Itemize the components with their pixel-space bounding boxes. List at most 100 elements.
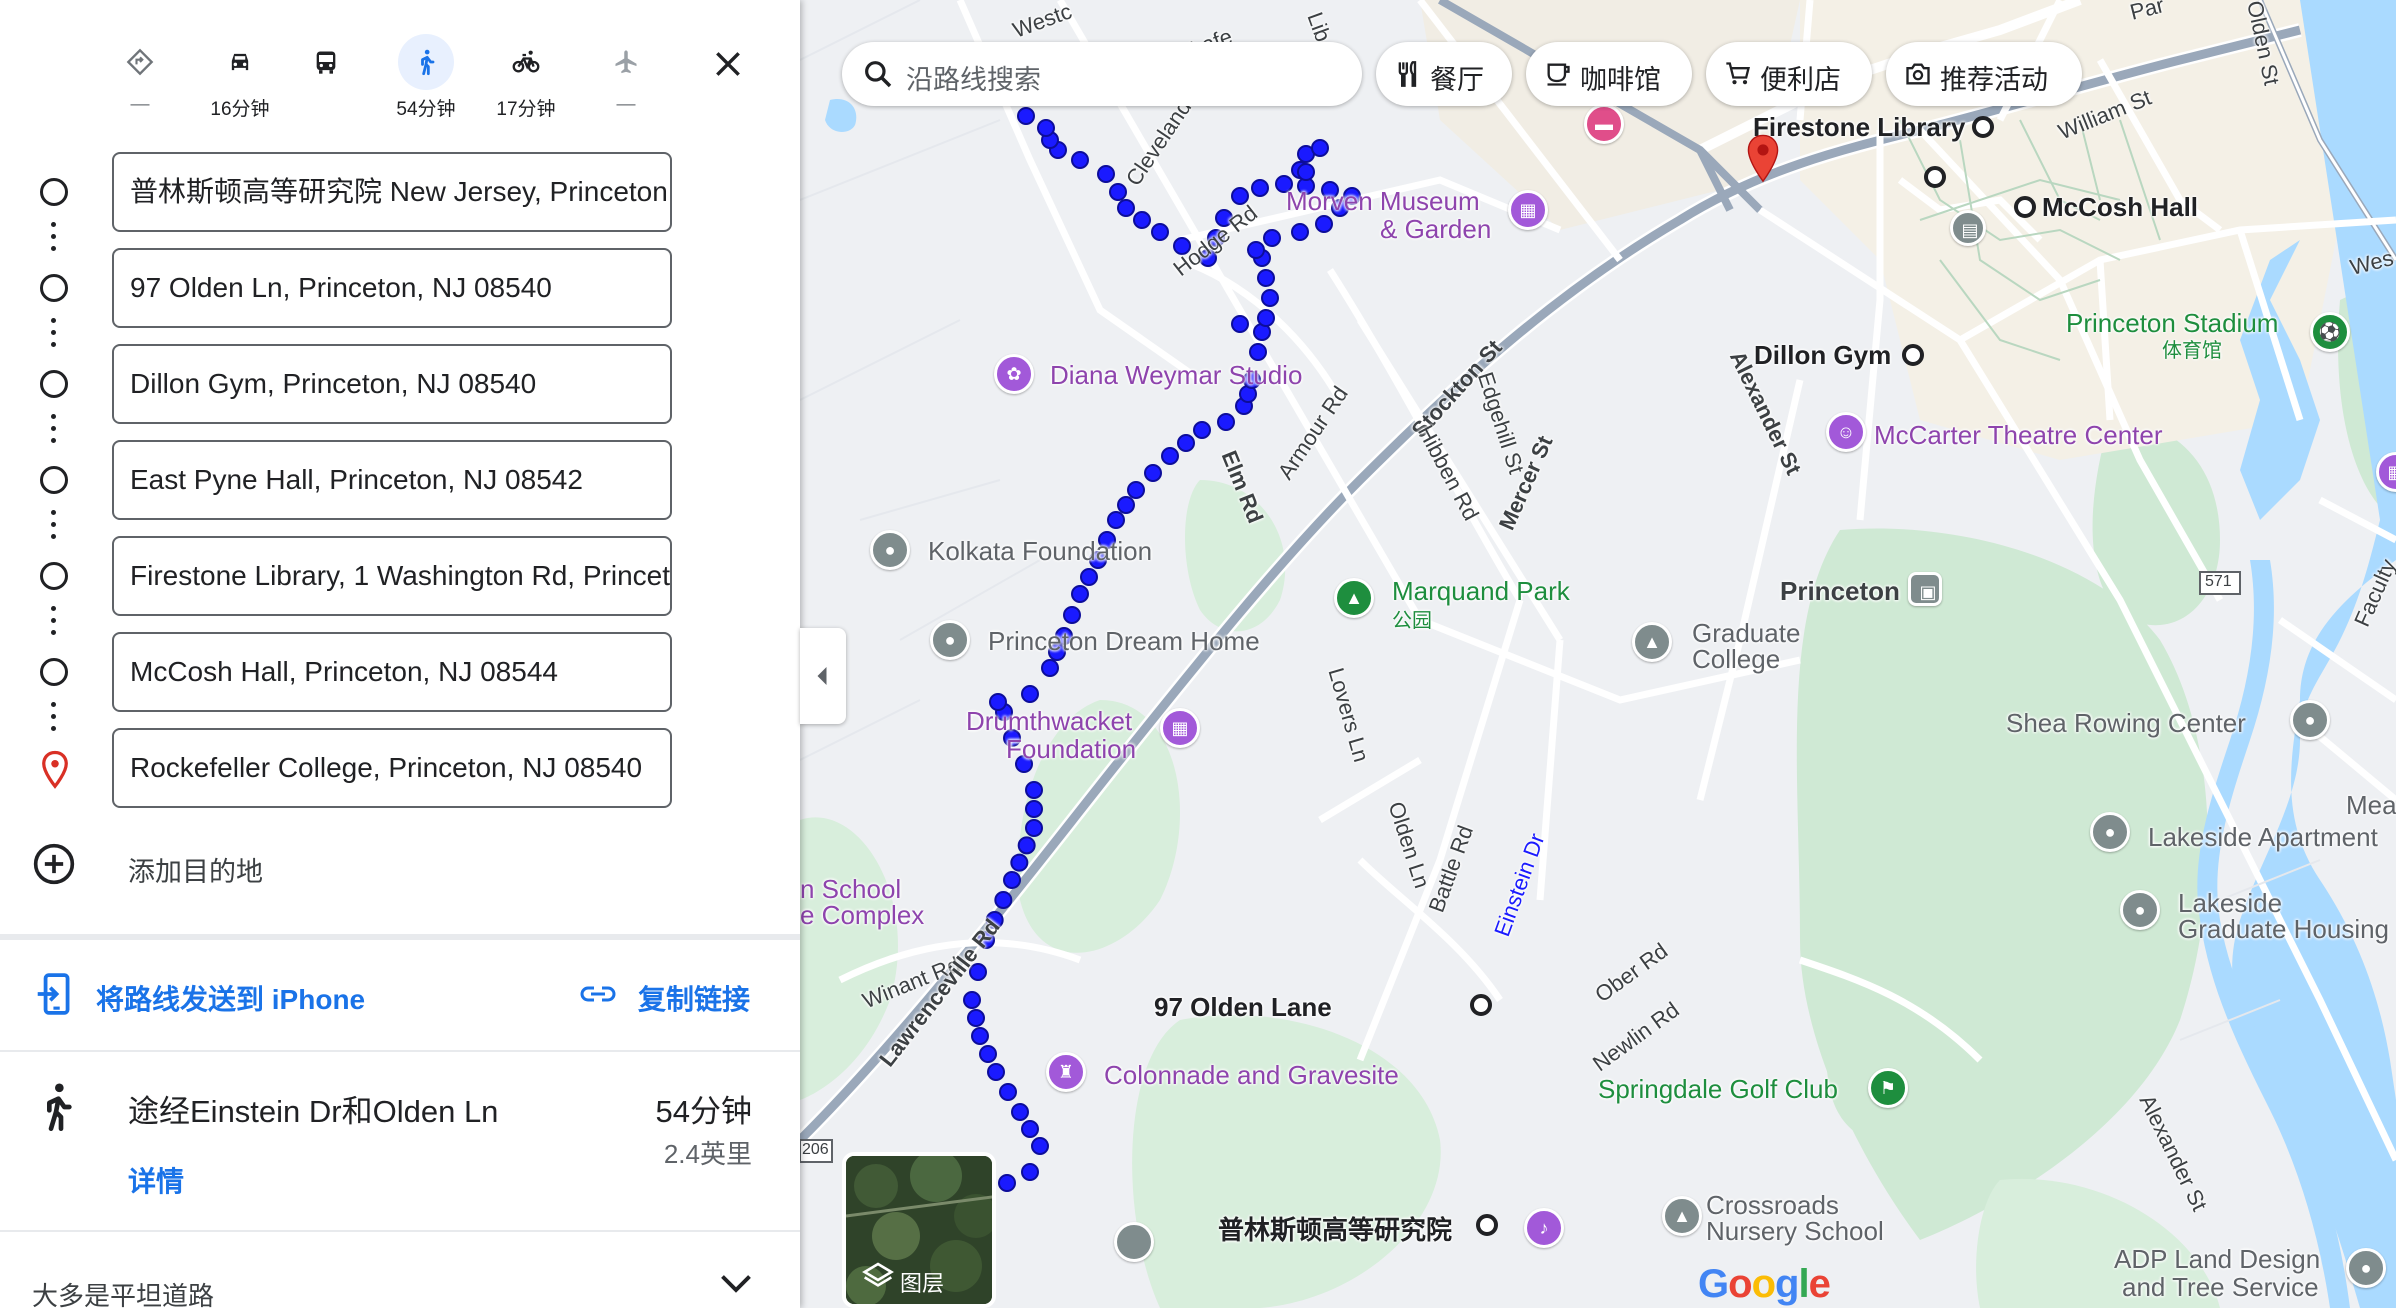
music-icon[interactable]: ♪ bbox=[1524, 1208, 1564, 1248]
waypoint-input-6[interactable]: McCosh Hall, Princeton, NJ 08544 bbox=[112, 632, 672, 712]
mode-cycling[interactable]: 17分钟 bbox=[486, 28, 566, 128]
waypoint-input-5[interactable]: Firestone Library, 1 Washington Rd, Prin… bbox=[112, 536, 672, 616]
route-dot bbox=[1193, 421, 1211, 439]
waypoint-label-dillon[interactable]: Dillon Gym bbox=[1754, 340, 1891, 371]
route-dot bbox=[998, 1174, 1016, 1192]
poi-label-dream-home[interactable]: Princeton Dream Home bbox=[988, 626, 1260, 657]
coffee-icon bbox=[1547, 63, 1570, 86]
route-details-link[interactable]: 详情 bbox=[128, 1160, 184, 1200]
place-icon[interactable]: ● bbox=[2346, 1248, 2386, 1288]
destination-pin-icon[interactable] bbox=[1746, 134, 1780, 184]
place-icon[interactable]: ● bbox=[930, 620, 970, 660]
poi-label-college[interactable]: College bbox=[1692, 644, 1780, 675]
chevron-down-icon[interactable] bbox=[718, 1272, 754, 1296]
layers-button[interactable]: 图层 bbox=[842, 1152, 996, 1308]
art-studio-icon[interactable]: ✿ bbox=[994, 354, 1034, 394]
route-dot bbox=[967, 1009, 985, 1027]
waypoint-label-mccosh[interactable]: McCosh Hall bbox=[2042, 192, 2198, 223]
chip-convenience[interactable]: 便利店 bbox=[1706, 42, 1872, 106]
hotel-icon[interactable]: ▬ bbox=[1584, 104, 1624, 144]
close-directions-button[interactable] bbox=[700, 36, 756, 92]
poi-label-drumthwacket[interactable]: Drumthwacket bbox=[966, 706, 1132, 737]
collapse-panel-button[interactable] bbox=[800, 628, 846, 724]
waypoint-marker-icon[interactable] bbox=[1476, 1214, 1498, 1236]
map-canvas[interactable]: 97 Olden Lane 普林斯顿高等研究院 Dillon Gym Fires… bbox=[800, 0, 2396, 1308]
waypoint-circle-icon bbox=[40, 466, 68, 494]
poi-label-graduate-housing[interactable]: Graduate Housing bbox=[2178, 914, 2389, 945]
waypoint-input-4[interactable]: East Pyne Hall, Princeton, NJ 08542 bbox=[112, 440, 672, 520]
museum-icon[interactable]: ▦ bbox=[1508, 190, 1548, 230]
poi-label-mccarter[interactable]: McCarter Theatre Center bbox=[1874, 420, 2163, 451]
route-dot bbox=[1025, 800, 1043, 818]
poi-label-marquand-cn: 公园 bbox=[1392, 610, 1432, 632]
mode-best-route[interactable]: — bbox=[100, 28, 180, 128]
museum-icon[interactable]: ▦ bbox=[1160, 708, 1200, 748]
poi-label-nursery[interactable]: Nursery School bbox=[1706, 1216, 1884, 1247]
park-icon[interactable]: ▲ bbox=[1334, 578, 1374, 618]
mode-transit[interactable] bbox=[286, 28, 366, 128]
waypoint-marker-icon[interactable] bbox=[1972, 116, 1994, 138]
waypoint-label-97-olden[interactable]: 97 Olden Lane bbox=[1154, 992, 1332, 1023]
place-icon[interactable]: ● bbox=[2120, 890, 2160, 930]
chip-cafes[interactable]: 咖啡馆 bbox=[1526, 42, 1692, 106]
school-icon[interactable]: ▲ bbox=[1632, 622, 1672, 662]
waypoint-input-1[interactable]: 普林斯顿高等研究院 New Jersey, Princeton bbox=[112, 152, 672, 232]
poi-label-morven[interactable]: Morven Museum bbox=[1286, 186, 1480, 217]
chip-restaurants[interactable]: 餐厅 bbox=[1376, 42, 1512, 106]
waypoint-label-firestone[interactable]: Firestone Library bbox=[1753, 112, 1965, 143]
landmark-icon[interactable]: ▤ bbox=[1950, 210, 1986, 246]
add-destination-button[interactable]: 添加目的地 bbox=[32, 842, 532, 887]
chip-things-to-do[interactable]: 推荐活动 bbox=[1886, 42, 2082, 106]
route-dot bbox=[994, 891, 1013, 909]
waypoint-marker-icon[interactable] bbox=[1924, 166, 1946, 188]
waypoint-input-3[interactable]: Dillon Gym, Princeton, NJ 08540 bbox=[112, 344, 672, 424]
poi-label-shea[interactable]: Shea Rowing Center bbox=[2006, 708, 2246, 739]
search-along-route-input[interactable]: 沿路线搜索 bbox=[842, 42, 1362, 106]
waypoint-marker-icon[interactable] bbox=[1470, 994, 1492, 1016]
place-icon[interactable]: ● bbox=[2090, 812, 2130, 852]
mode-walking[interactable]: 54分钟 bbox=[386, 28, 466, 128]
poi-label-diana[interactable]: Diana Weymar Studio bbox=[1050, 360, 1302, 391]
route-dot bbox=[1297, 163, 1315, 181]
museum-icon[interactable]: ▦ bbox=[2376, 452, 2396, 492]
poi-label-colonnade[interactable]: Colonnade and Gravesite bbox=[1104, 1060, 1399, 1091]
poi-label-tree-service[interactable]: and Tree Service bbox=[2122, 1272, 2319, 1303]
poi-label-adp[interactable]: ADP Land Design bbox=[2114, 1244, 2320, 1275]
golf-icon[interactable]: ⚑ bbox=[1868, 1068, 1908, 1108]
waypoint-circle-icon bbox=[40, 370, 68, 398]
poi-label-princeton-station[interactable]: Princeton bbox=[1780, 576, 1900, 607]
route-dot bbox=[1071, 585, 1089, 603]
poi-label-meadow[interactable]: Meadow bbox=[2346, 790, 2396, 821]
poi-label-lakeside-apt[interactable]: Lakeside Apartment bbox=[2148, 822, 2378, 853]
monument-icon[interactable]: ♜ bbox=[1046, 1052, 1086, 1092]
route-dot bbox=[1263, 229, 1281, 247]
route-dot bbox=[1097, 165, 1115, 183]
school-icon[interactable]: ▲ bbox=[1662, 1196, 1702, 1236]
theater-icon[interactable]: ☺ bbox=[1826, 412, 1866, 452]
route-dot bbox=[963, 991, 981, 1009]
route-duration: 54分钟 bbox=[655, 1094, 752, 1129]
waypoint-marker-icon[interactable] bbox=[2014, 196, 2036, 218]
mode-driving[interactable]: 16分钟 bbox=[200, 28, 280, 128]
route-dot bbox=[1025, 819, 1043, 837]
directions-panel: — 16分钟 54分钟 17分钟 — 普林斯顿高等研究院 New Jersey,… bbox=[0, 0, 800, 1308]
waypoint-input-2[interactable]: 97 Olden Ln, Princeton, NJ 08540 bbox=[112, 248, 672, 328]
mode-label: — bbox=[616, 94, 636, 115]
poi-label-foundation[interactable]: Foundation bbox=[1006, 734, 1136, 765]
waypoint-label-ias[interactable]: 普林斯顿高等研究院 bbox=[1218, 1210, 1452, 1247]
mode-flight[interactable]: — bbox=[586, 28, 666, 128]
train-station-icon[interactable]: ▣ bbox=[1908, 572, 1942, 606]
poi-label-marquand[interactable]: Marquand Park bbox=[1392, 576, 1570, 607]
waypoint-marker-icon[interactable] bbox=[1902, 344, 1924, 366]
stadium-icon[interactable]: ⚽ bbox=[2310, 312, 2350, 352]
route-dot bbox=[1041, 659, 1059, 677]
poi-label-springdale[interactable]: Springdale Golf Club bbox=[1598, 1074, 1838, 1105]
poi-label-morven-2[interactable]: & Garden bbox=[1380, 214, 1491, 245]
poi-label-kolkata[interactable]: Kolkata Foundation bbox=[928, 536, 1152, 567]
waypoint-input-destination[interactable]: Rockefeller College, Princeton, NJ 08540 bbox=[112, 728, 672, 808]
copy-link-button[interactable]: 复制链接 bbox=[578, 970, 778, 1020]
place-icon[interactable]: ● bbox=[2290, 700, 2330, 740]
route-via-text[interactable]: 途经Einstein Dr和Olden Ln bbox=[128, 1086, 498, 1131]
place-icon[interactable]: ● bbox=[870, 530, 910, 570]
poi-label-complex[interactable]: e Complex bbox=[800, 900, 924, 931]
